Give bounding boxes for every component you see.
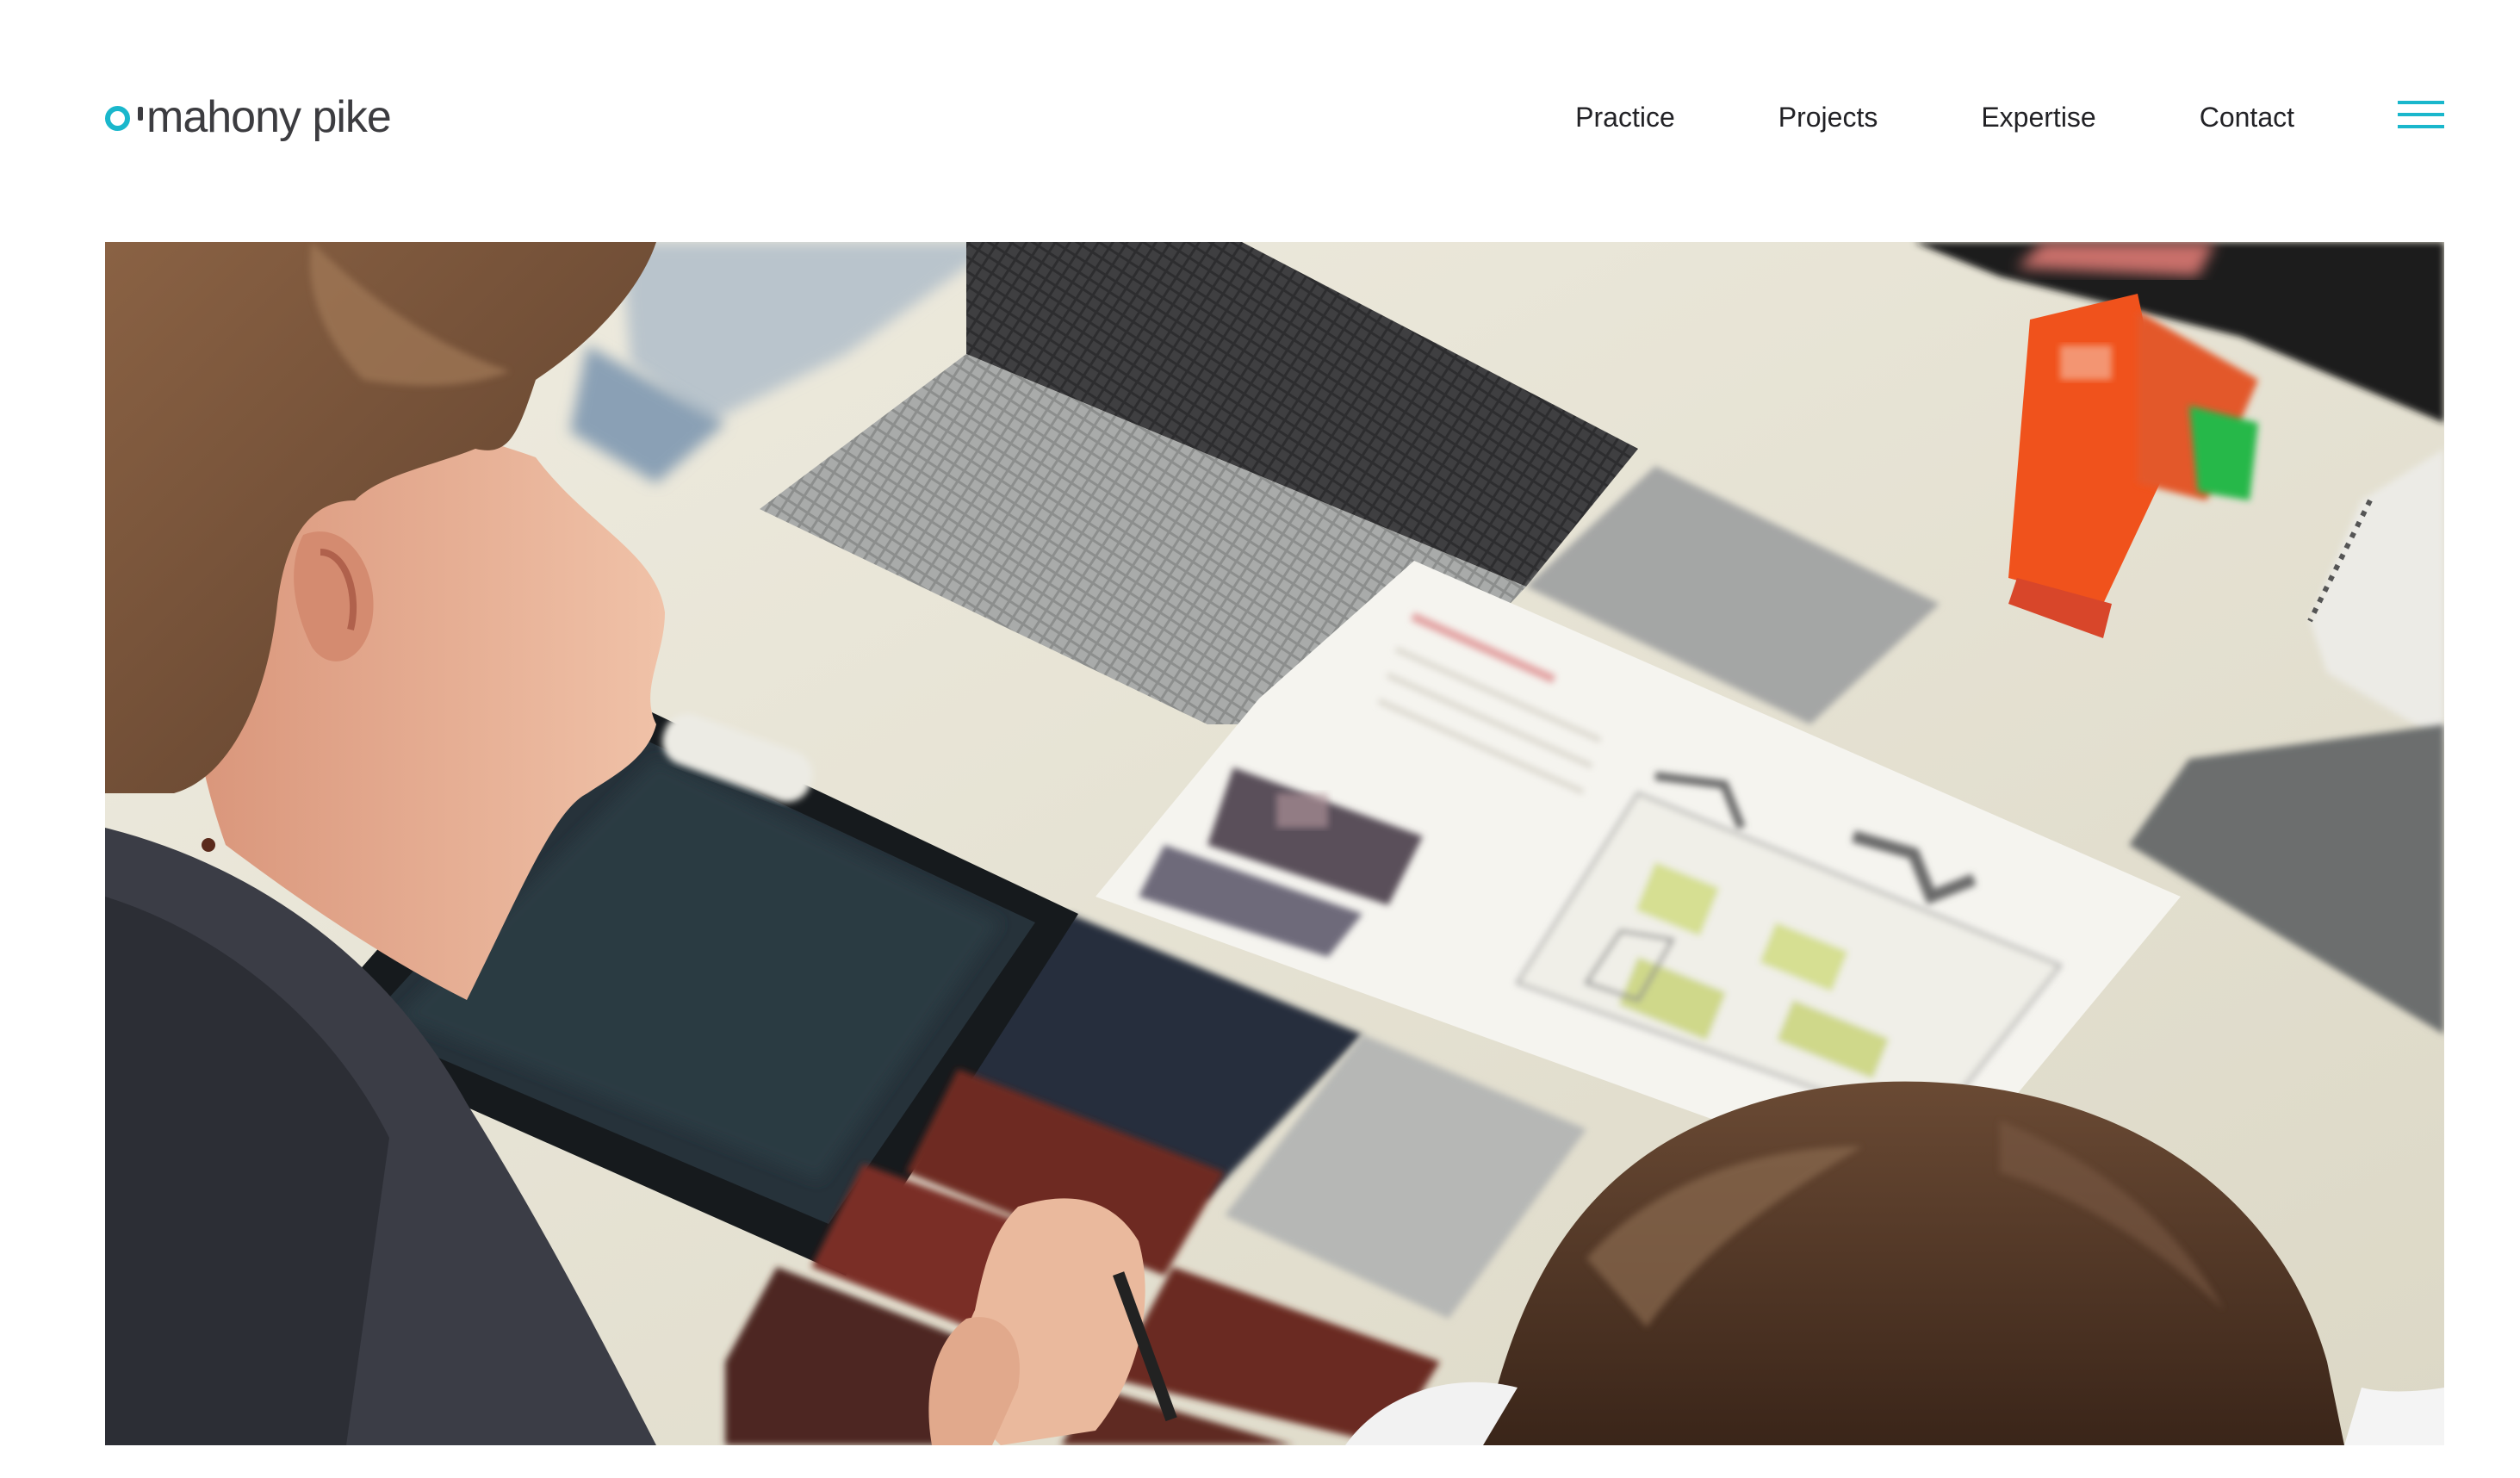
- main-nav: Practice Projects Expertise Contact: [1575, 86, 2444, 148]
- nav-projects[interactable]: Projects: [1778, 86, 1878, 148]
- hero-image: [105, 242, 2444, 1445]
- hamburger-menu-icon[interactable]: [2398, 101, 2444, 130]
- nav-practice[interactable]: Practice: [1575, 86, 1675, 148]
- nav-contact[interactable]: Contact: [2200, 86, 2294, 148]
- nav-expertise[interactable]: Expertise: [1981, 86, 2095, 148]
- brand-name: mahony pike: [146, 92, 392, 142]
- o-ring-icon: [105, 86, 146, 148]
- brand-logo[interactable]: mahony pike: [105, 86, 392, 148]
- page: mahony pike Practice Projects Expertise …: [0, 0, 2520, 1478]
- site-header: mahony pike Practice Projects Expertise …: [105, 86, 2444, 148]
